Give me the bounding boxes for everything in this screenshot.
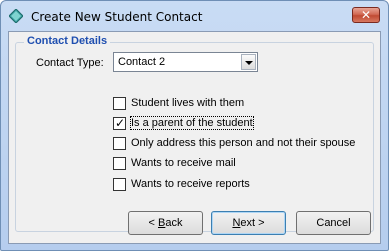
dialog-window: Create New Student Contact ✕ Contact Det…	[0, 0, 389, 251]
next-button[interactable]: Next >	[211, 211, 286, 235]
checkbox[interactable]: ✓	[113, 116, 126, 130]
group-title: Contact Details	[24, 35, 111, 47]
contact-type-value: Contact 2	[118, 56, 166, 68]
checkbox-label: Wants to receive reports	[131, 178, 250, 190]
cancel-button[interactable]: Cancel	[296, 211, 371, 235]
window-title: Create New Student Contact	[31, 10, 203, 24]
checkbox-label: Only address this person and not their s…	[131, 137, 356, 149]
checkbox[interactable]	[113, 157, 126, 170]
dropdown-button[interactable]	[241, 54, 256, 70]
checkmark-icon: ✓	[115, 116, 126, 130]
diamond-app-icon	[9, 9, 23, 23]
close-icon: ✕	[360, 8, 372, 22]
chevron-down-icon	[245, 61, 253, 65]
checkbox[interactable]	[113, 97, 126, 110]
checkbox-label: Student lives with them	[131, 97, 245, 109]
contact-type-label: Contact Type:	[36, 57, 104, 69]
title-bar[interactable]: Create New Student Contact ✕	[1, 1, 388, 31]
back-button[interactable]: < Back	[128, 211, 203, 235]
checkbox-label: Is a parent of the student	[130, 116, 254, 130]
checkbox-label: Wants to receive mail	[131, 157, 236, 169]
checkbox[interactable]	[113, 137, 126, 150]
checkbox[interactable]	[113, 178, 126, 191]
dialog-content: Contact Details Contact Type: Contact 2 …	[8, 31, 381, 244]
contact-type-dropdown[interactable]: Contact 2	[113, 52, 258, 72]
close-button[interactable]: ✕	[352, 7, 380, 23]
